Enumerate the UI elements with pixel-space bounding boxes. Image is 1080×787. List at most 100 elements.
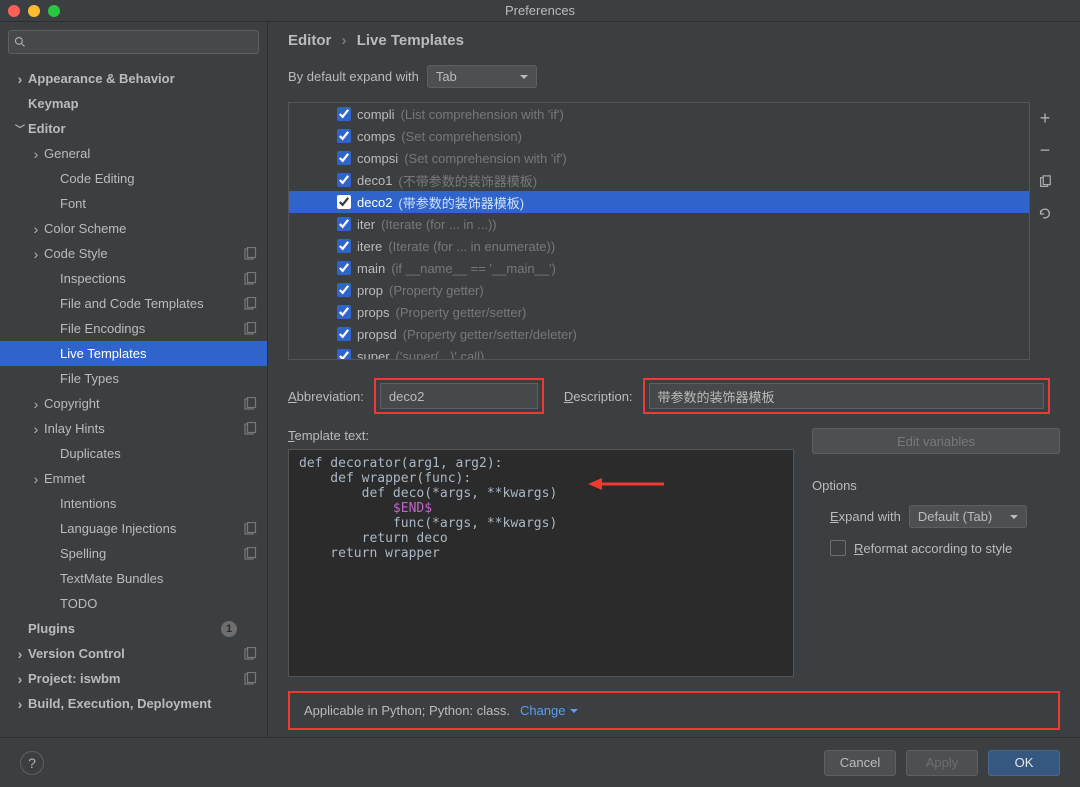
- search-input[interactable]: [8, 30, 259, 54]
- sidebar-item-intentions[interactable]: Intentions: [0, 491, 267, 516]
- sidebar-item-file-and-code-templates[interactable]: File and Code Templates: [0, 291, 267, 316]
- template-checkbox[interactable]: [337, 195, 351, 209]
- sidebar-item-label: Appearance & Behavior: [28, 71, 259, 86]
- template-row-comps[interactable]: comps(Set comprehension): [289, 125, 1029, 147]
- sidebar-item-emmet[interactable]: ›Emmet: [0, 466, 267, 491]
- breadcrumb: Editor › Live Templates: [268, 22, 1080, 55]
- template-name: deco1: [357, 173, 392, 188]
- default-expand-row: By default expand with Tab: [268, 55, 1080, 102]
- template-name: compli: [357, 107, 395, 122]
- sidebar-item-live-templates[interactable]: Live Templates: [0, 341, 267, 366]
- sidebar-item-code-editing[interactable]: Code Editing: [0, 166, 267, 191]
- sidebar-item-font[interactable]: Font: [0, 191, 267, 216]
- template-row-prop[interactable]: prop(Property getter): [289, 279, 1029, 301]
- template-checkbox[interactable]: [337, 129, 351, 143]
- scope-icon: [243, 322, 257, 336]
- template-name: propsd: [357, 327, 397, 342]
- template-checkbox[interactable]: [337, 261, 351, 275]
- settings-tree[interactable]: ›Appearance & BehaviorKeymap﹀Editor›Gene…: [0, 62, 267, 737]
- template-row-deco2[interactable]: deco2(带参数的装饰器模板): [289, 191, 1029, 213]
- template-row-propsd[interactable]: propsd(Property getter/setter/deleter): [289, 323, 1029, 345]
- chevron-right-icon: ›: [28, 396, 44, 412]
- sidebar-item-code-style[interactable]: ›Code Style: [0, 241, 267, 266]
- sidebar-item-keymap[interactable]: Keymap: [0, 91, 267, 116]
- sidebar-item-label: Color Scheme: [44, 221, 259, 236]
- sidebar-item-spelling[interactable]: Spelling: [0, 541, 267, 566]
- sidebar-item-duplicates[interactable]: Duplicates: [0, 441, 267, 466]
- template-row-super[interactable]: super('super(...)' call): [289, 345, 1029, 360]
- sidebar-item-label: Intentions: [60, 496, 259, 511]
- scope-icon: [243, 247, 257, 261]
- copy-icon[interactable]: [1035, 172, 1055, 192]
- expand-with-label: Expand with: [830, 509, 901, 524]
- description-input[interactable]: [649, 383, 1044, 409]
- template-row-main[interactable]: main(if __name__ == '__main__'): [289, 257, 1029, 279]
- abbreviation-label: Abbreviation:: [288, 389, 364, 404]
- change-context-link[interactable]: Change: [520, 703, 578, 718]
- template-checkbox[interactable]: [337, 151, 351, 165]
- maximize-window-icon[interactable]: [48, 5, 60, 17]
- scope-icon: [243, 672, 257, 686]
- sidebar-item-label: File and Code Templates: [60, 296, 259, 311]
- template-row-compsi[interactable]: compsi(Set comprehension with 'if'): [289, 147, 1029, 169]
- reformat-label: Reformat according to style: [854, 541, 1012, 556]
- minimize-window-icon[interactable]: [28, 5, 40, 17]
- template-row-deco1[interactable]: deco1(不带参数的装饰器模板): [289, 169, 1029, 191]
- sidebar-item-inlay-hints[interactable]: ›Inlay Hints: [0, 416, 267, 441]
- add-icon[interactable]: +: [1035, 108, 1055, 128]
- template-checkbox[interactable]: [337, 327, 351, 341]
- scope-icon: [243, 422, 257, 436]
- template-checkbox[interactable]: [337, 283, 351, 297]
- template-checkbox[interactable]: [337, 107, 351, 121]
- sidebar-item-color-scheme[interactable]: ›Color Scheme: [0, 216, 267, 241]
- sidebar-item-label: Font: [60, 196, 259, 211]
- template-checkbox[interactable]: [337, 217, 351, 231]
- reformat-checkbox[interactable]: [830, 540, 846, 556]
- expand-with-select[interactable]: Default (Tab): [909, 505, 1027, 528]
- template-name: props: [357, 305, 390, 320]
- sidebar-item-label: Emmet: [44, 471, 259, 486]
- abbreviation-input[interactable]: [380, 383, 538, 409]
- sidebar-item-file-encodings[interactable]: File Encodings: [0, 316, 267, 341]
- list-toolbar: + −: [1030, 102, 1060, 360]
- sidebar-item-copyright[interactable]: ›Copyright: [0, 391, 267, 416]
- default-expand-select[interactable]: Tab: [427, 65, 537, 88]
- sidebar-item-label: Editor: [28, 121, 259, 136]
- template-row-props[interactable]: props(Property getter/setter): [289, 301, 1029, 323]
- breadcrumb-part[interactable]: Editor: [288, 32, 331, 49]
- sidebar-item-language-injections[interactable]: Language Injections: [0, 516, 267, 541]
- template-text-label: Template text:: [288, 428, 794, 443]
- remove-icon[interactable]: −: [1035, 140, 1055, 160]
- template-list[interactable]: compli(List comprehension with 'if')comp…: [288, 102, 1030, 360]
- template-row-iter[interactable]: iter(Iterate (for ... in ...)): [289, 213, 1029, 235]
- template-row-itere[interactable]: itere(Iterate (for ... in enumerate)): [289, 235, 1029, 257]
- sidebar-item-label: Code Editing: [60, 171, 259, 186]
- close-window-icon[interactable]: [8, 5, 20, 17]
- sidebar-item-appearance-behavior[interactable]: ›Appearance & Behavior: [0, 66, 267, 91]
- ok-button[interactable]: OK: [988, 750, 1060, 776]
- template-row-compli[interactable]: compli(List comprehension with 'if'): [289, 103, 1029, 125]
- scope-icon: [243, 547, 257, 561]
- sidebar-item-label: File Types: [60, 371, 259, 386]
- sidebar-item-textmate-bundles[interactable]: TextMate Bundles: [0, 566, 267, 591]
- template-text-editor[interactable]: def decorator(arg1, arg2): def wrapper(f…: [288, 449, 794, 677]
- template-checkbox[interactable]: [337, 349, 351, 360]
- sidebar-item-project-iswbm[interactable]: ›Project: iswbm: [0, 666, 267, 691]
- sidebar-item-general[interactable]: ›General: [0, 141, 267, 166]
- revert-icon[interactable]: [1035, 204, 1055, 224]
- sidebar-item-version-control[interactable]: ›Version Control: [0, 641, 267, 666]
- template-checkbox[interactable]: [337, 173, 351, 187]
- sidebar-item-inspections[interactable]: Inspections: [0, 266, 267, 291]
- sidebar-item-build-execution-deployment[interactable]: ›Build, Execution, Deployment: [0, 691, 267, 716]
- help-icon[interactable]: ?: [20, 751, 44, 775]
- template-name: main: [357, 261, 385, 276]
- cancel-button[interactable]: Cancel: [824, 750, 896, 776]
- default-expand-label: By default expand with: [288, 69, 419, 84]
- sidebar-item-plugins[interactable]: Plugins1: [0, 616, 267, 641]
- template-checkbox[interactable]: [337, 239, 351, 253]
- sidebar-item-todo[interactable]: TODO: [0, 591, 267, 616]
- sidebar-item-editor[interactable]: ﹀Editor: [0, 116, 267, 141]
- template-checkbox[interactable]: [337, 305, 351, 319]
- sidebar-item-file-types[interactable]: File Types: [0, 366, 267, 391]
- reformat-row[interactable]: Reformat according to style: [830, 540, 1060, 556]
